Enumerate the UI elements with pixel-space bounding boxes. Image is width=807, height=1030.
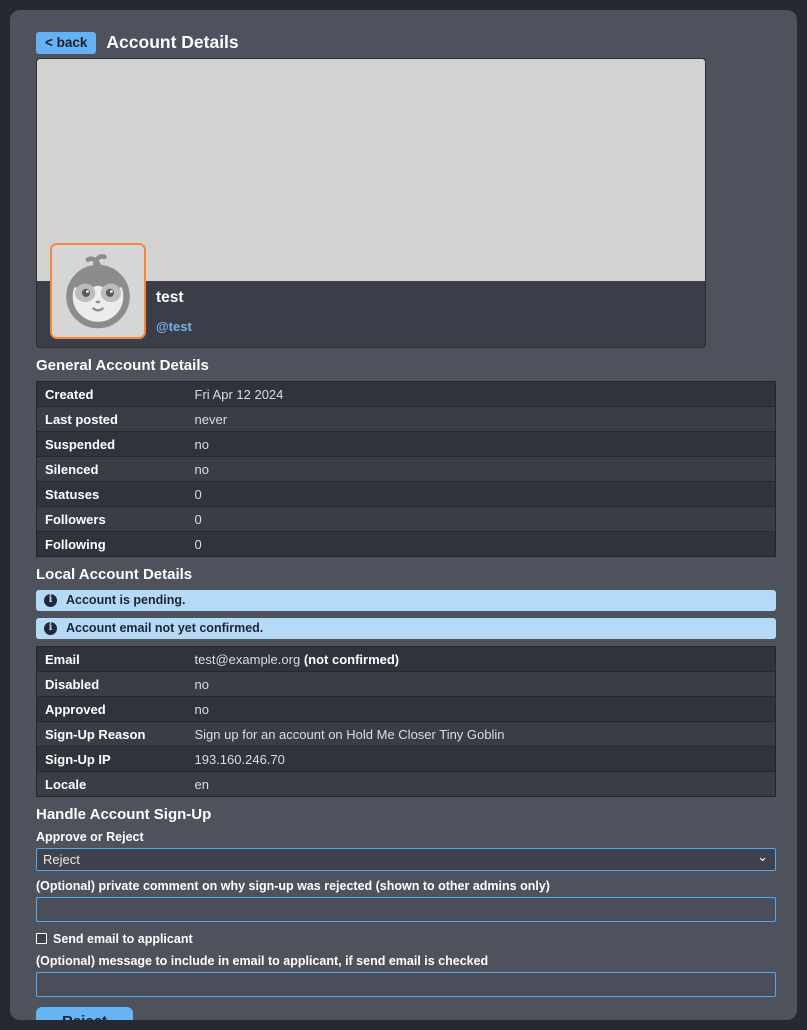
general-section-title: General Account Details <box>36 357 771 374</box>
notice-text: Account email not yet confirmed. <box>66 621 263 635</box>
email-unconfirmed-notice: i Account email not yet confirmed. <box>36 618 776 639</box>
table-row: Sign-Up IP193.160.246.70 <box>37 746 776 771</box>
reject-button[interactable]: Reject <box>36 1007 133 1021</box>
table-row: Suspendedno <box>37 431 776 456</box>
approve-reject-select-wrap: Reject ⌄ <box>36 848 776 871</box>
table-row: Silencedno <box>37 456 776 481</box>
info-icon: i <box>44 622 57 635</box>
approve-reject-select[interactable]: Reject <box>36 848 776 871</box>
profile-basic-info: test @test <box>37 281 705 348</box>
table-row: Statuses0 <box>37 481 776 506</box>
private-comment-input[interactable] <box>36 897 776 922</box>
table-row: Last postednever <box>37 406 776 431</box>
table-row: Emailtest@example.org (not confirmed) <box>37 646 776 671</box>
email-message-input[interactable] <box>36 972 776 997</box>
email-message-label: (Optional) message to include in email t… <box>36 954 771 968</box>
private-comment-label: (Optional) private comment on why sign-u… <box>36 879 771 893</box>
table-row: CreatedFri Apr 12 2024 <box>37 381 776 406</box>
info-icon: i <box>44 594 57 607</box>
approve-reject-label: Approve or Reject <box>36 830 771 844</box>
table-row: Sign-Up ReasonSign up for an account on … <box>37 721 776 746</box>
email-value: test@example.org <box>195 652 304 667</box>
back-button[interactable]: < back <box>36 32 96 54</box>
local-section-title: Local Account Details <box>36 566 771 583</box>
topbar: < back Account Details <box>36 32 771 54</box>
account-details-panel: < back Account Details <box>10 10 797 1020</box>
send-email-checkbox[interactable] <box>36 933 47 944</box>
profile-card: test @test <box>36 58 706 348</box>
table-row: Approvedno <box>37 696 776 721</box>
table-row: Followers0 <box>37 506 776 531</box>
email-not-confirmed: (not confirmed) <box>304 652 399 667</box>
notice-text: Account is pending. <box>66 593 185 607</box>
display-name: test <box>156 289 184 307</box>
table-row: Disabledno <box>37 671 776 696</box>
send-email-label: Send email to applicant <box>53 932 193 946</box>
pending-notice: i Account is pending. <box>36 590 776 611</box>
signup-section-title: Handle Account Sign-Up <box>36 806 771 823</box>
table-row: Following0 <box>37 531 776 556</box>
general-details-table: CreatedFri Apr 12 2024 Last postednever … <box>36 381 776 557</box>
sloth-icon <box>52 245 144 337</box>
send-email-row: Send email to applicant <box>36 932 771 946</box>
page-title: Account Details <box>106 32 238 53</box>
account-handle: @test <box>156 319 192 334</box>
table-row: Localeen <box>37 771 776 796</box>
local-details-table: Emailtest@example.org (not confirmed) Di… <box>36 646 776 797</box>
avatar <box>50 243 146 339</box>
